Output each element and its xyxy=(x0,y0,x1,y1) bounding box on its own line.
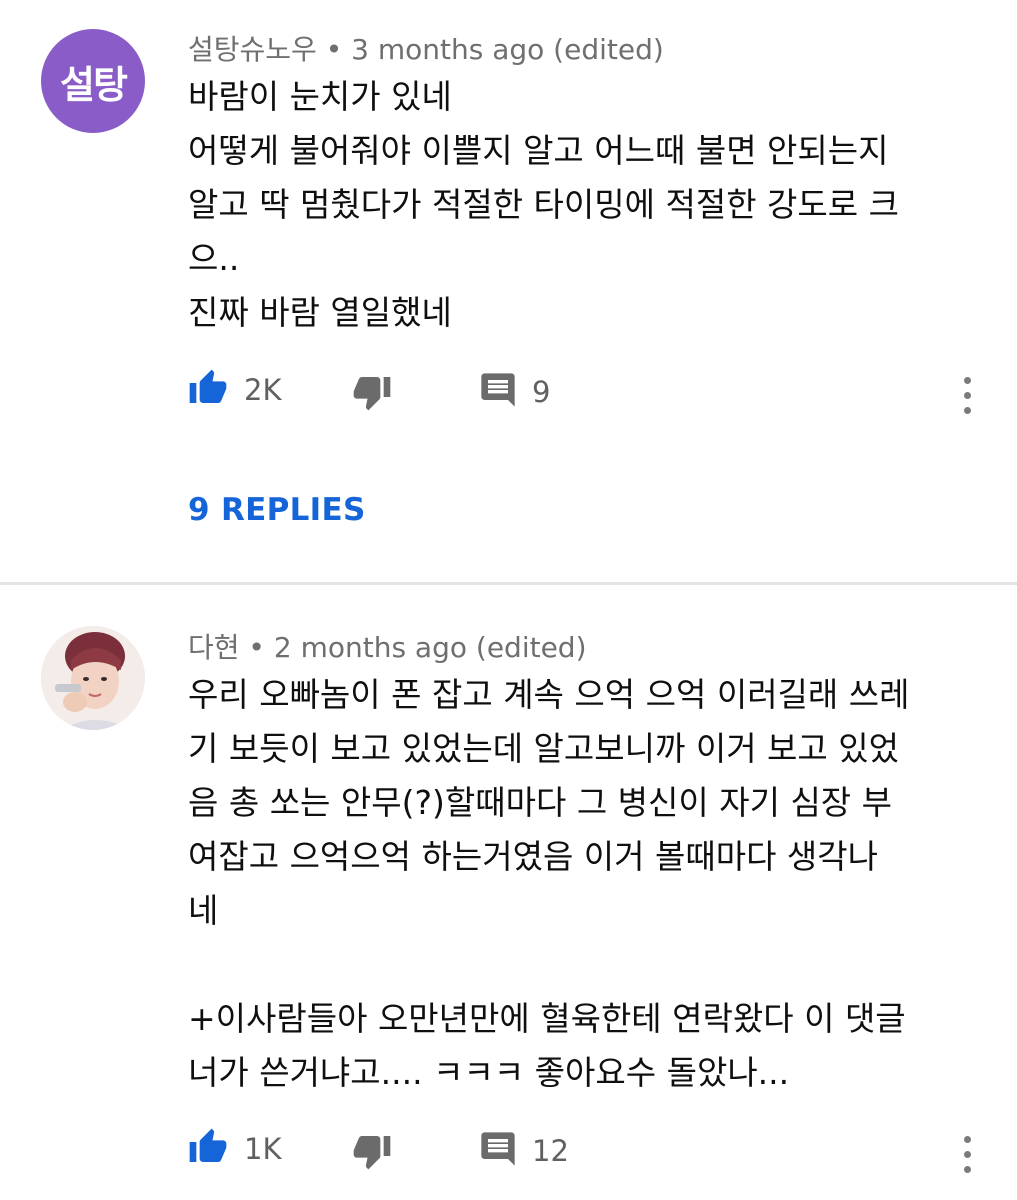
reply-count: 9 xyxy=(532,375,551,409)
dislike-button[interactable] xyxy=(352,1131,392,1175)
comment-text: 우리 오빠놈이 폰 잡고 계속 으억 으억 이러길래 쓰레 기 보듯이 보고 있… xyxy=(188,675,910,1092)
avatar[interactable]: 설탕 xyxy=(41,29,145,133)
dislike-button[interactable] xyxy=(352,372,392,416)
avatar-initials: 설탕 xyxy=(60,62,128,107)
comment-meta: 설탕슈노우 • 3 months ago (edited) xyxy=(188,28,664,68)
profile-photo xyxy=(41,626,145,730)
like-count: 2K xyxy=(244,373,282,407)
author-name[interactable]: 다현 xyxy=(188,631,240,664)
more-vert-icon[interactable] xyxy=(957,1136,977,1173)
reply-button[interactable]: 9 xyxy=(478,370,550,414)
comment-icon xyxy=(478,370,518,414)
reply-count: 12 xyxy=(532,1134,569,1168)
reply-button[interactable]: 12 xyxy=(478,1129,569,1173)
view-replies-link[interactable]: 9 REPLIES xyxy=(188,492,366,528)
thumbs-down-icon xyxy=(352,372,392,416)
avatar[interactable] xyxy=(41,626,145,730)
like-count: 1K xyxy=(244,1132,282,1166)
comment-time: • 2 months ago (edited) xyxy=(239,631,587,664)
comment-1: 설탕 설탕슈노우 • 3 months ago (edited) 바람이 눈치가… xyxy=(0,0,1017,585)
like-button[interactable]: 1K xyxy=(188,1127,281,1171)
more-vert-icon[interactable] xyxy=(957,377,977,414)
author-name[interactable]: 설탕슈노우 xyxy=(188,33,317,66)
comment-2: 다현 • 2 months ago (edited) 우리 오빠놈이 폰 잡고 … xyxy=(0,585,1017,1200)
comment-text: 바람이 눈치가 있네 어떻게 불어줘야 이쁠지 알고 어느때 불면 안되는지 알… xyxy=(188,77,899,332)
thumbs-down-icon xyxy=(352,1131,392,1175)
thumbs-up-icon xyxy=(188,368,228,412)
comment-time: • 3 months ago (edited) xyxy=(316,33,664,66)
action-bar: 1K 12 xyxy=(0,1127,1017,1187)
comment-meta: 다현 • 2 months ago (edited) xyxy=(188,626,587,666)
action-bar: 2K 9 xyxy=(0,368,1017,428)
comment-icon xyxy=(478,1129,518,1173)
like-button[interactable]: 2K xyxy=(188,368,281,412)
thumbs-up-icon xyxy=(188,1127,228,1171)
